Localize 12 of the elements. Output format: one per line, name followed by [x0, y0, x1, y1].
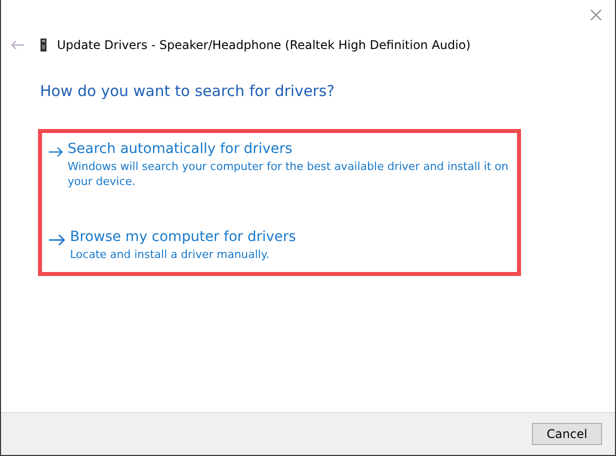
- arrow-icon: [48, 234, 66, 246]
- arrow-icon: [48, 146, 64, 158]
- speaker-icon: [40, 38, 47, 52]
- back-arrow-icon[interactable]: [11, 40, 25, 50]
- close-icon[interactable]: [590, 9, 602, 21]
- page-heading: How do you want to search for drivers?: [40, 82, 336, 100]
- option-description: Locate and install a driver manually.: [70, 247, 270, 262]
- option-link[interactable]: Browse my computer for drivers: [70, 229, 296, 245]
- cancel-button[interactable]: Cancel: [532, 423, 602, 445]
- option-link[interactable]: Search automatically for drivers: [68, 141, 513, 157]
- option-description: Windows will search your computer for the best available driver and install it on your device.: [68, 159, 510, 189]
- window-title: Update Drivers - Speaker/Headphone (Realtek High Definition Audio): [57, 38, 471, 52]
